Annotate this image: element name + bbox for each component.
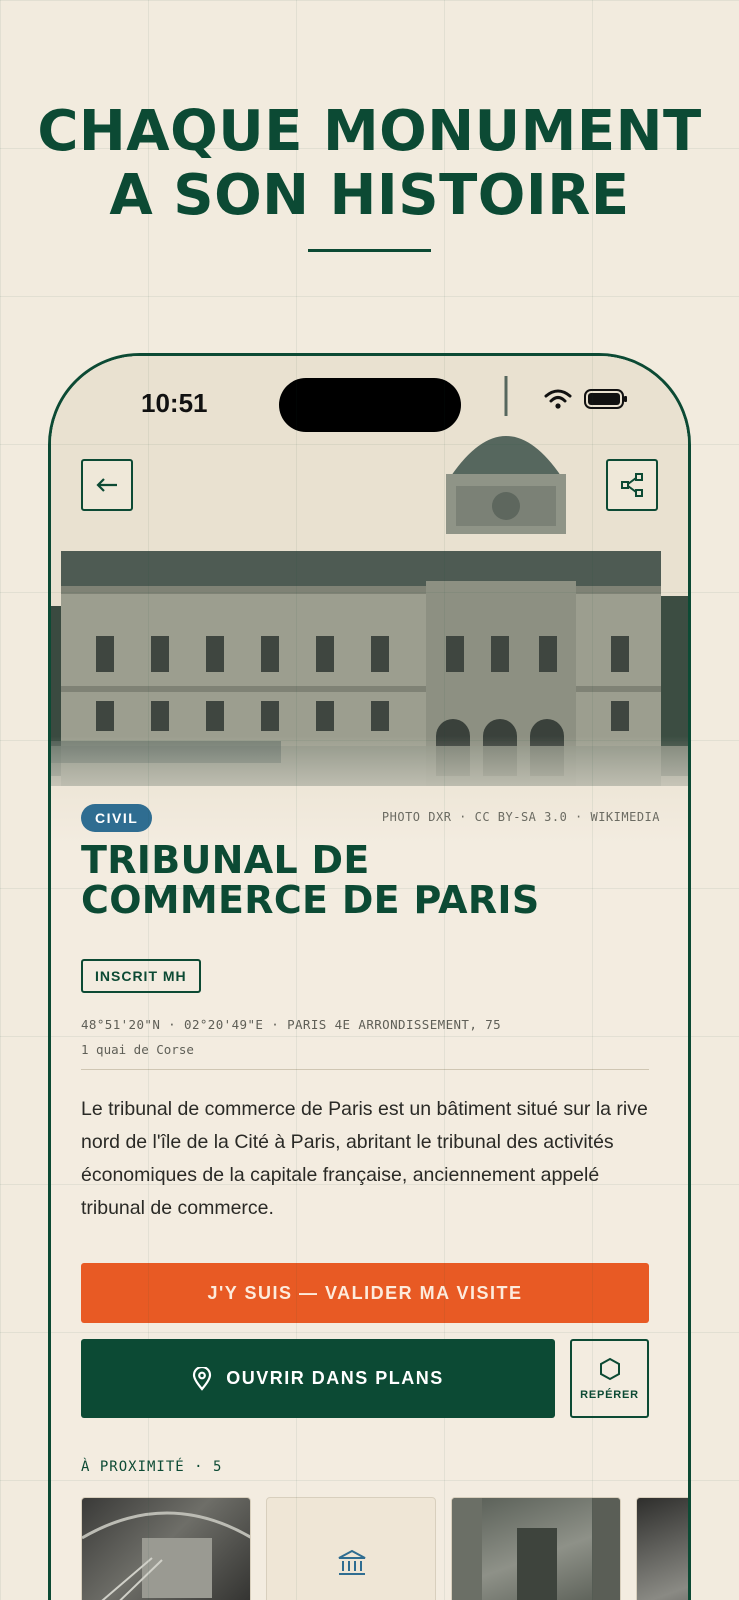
headline-line-2: A SON HISTOIRE (109, 163, 630, 228)
heritage-tag: INSCRIT MH (81, 959, 201, 993)
nearby-card[interactable] (636, 1497, 688, 1600)
nearby-section-label: À PROXIMITÉ · 5 (81, 1459, 223, 1475)
share-icon (621, 473, 643, 497)
status-icons (544, 388, 628, 410)
coordinates: 48°51'20"N · 02°20'49"E · PARIS 4E ARRON… (81, 1017, 502, 1032)
validate-visit-button[interactable]: J'Y SUIS — VALIDER MA VISITE (81, 1263, 649, 1323)
hexagon-icon (599, 1357, 620, 1380)
phone-frame: 10:51 CIVIL PHOTO DXR · CC BY-SA 3.0 · W… (48, 353, 691, 1600)
headline-divider (308, 249, 431, 252)
category-badge: CIVIL (81, 804, 153, 832)
monument-description: Le tribunal de commerce de Paris est un … (81, 1098, 648, 1219)
locate-label: REPÉRER (580, 1388, 639, 1401)
dynamic-island (279, 378, 461, 432)
map-pin-icon (193, 1366, 212, 1391)
nearby-card[interactable] (451, 1497, 621, 1600)
headline-line-1: CHAQUE MONUMENT (37, 99, 702, 164)
address: 1 quai de Corse (81, 1042, 194, 1057)
photo-credit[interactable]: PHOTO DXR · CC BY-SA 3.0 · WIKIMEDIA (382, 810, 660, 824)
share-button[interactable] (606, 459, 658, 511)
arrow-left-icon (96, 478, 117, 492)
status-time: 10:51 (141, 388, 208, 418)
nearby-card[interactable] (81, 1497, 251, 1600)
open-in-maps-button[interactable]: OUVRIR DANS PLANS (81, 1339, 555, 1418)
fountain-photo (452, 1498, 620, 1600)
section-divider (81, 1069, 649, 1070)
nearby-carousel[interactable] (81, 1497, 688, 1600)
nearby-card[interactable] (266, 1497, 436, 1600)
back-button[interactable] (81, 459, 133, 511)
locate-button[interactable]: REPÉRER (570, 1339, 649, 1418)
marketing-headline: CHAQUE MONUMENT A SON HISTOIRE (0, 100, 739, 228)
open-in-maps-label: OUVRIR DANS PLANS (226, 1368, 444, 1388)
battery-icon (584, 389, 627, 409)
museum-icon (338, 1549, 366, 1575)
monument-title: TRIBUNAL DE COMMERCE DE PARIS (81, 838, 540, 922)
metro-station-photo (82, 1511, 250, 1600)
wifi-icon (544, 389, 572, 409)
